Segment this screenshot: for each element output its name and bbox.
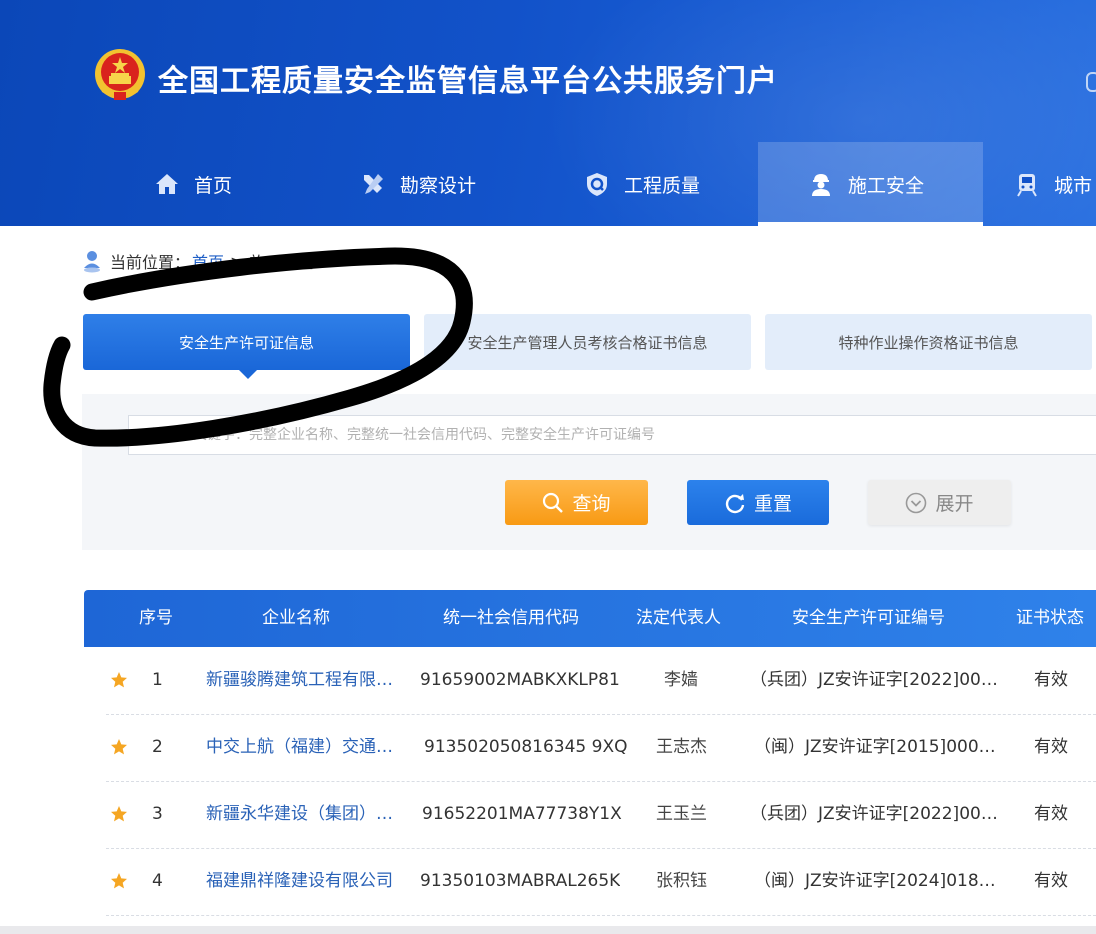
nav-item-construction-safety[interactable]: 施工安全 [758,142,983,226]
license-no: （兵团）JZ安许证字[2022]00… [750,670,998,690]
row-no: 3 [152,804,163,824]
tab-label: 特种作业操作资格证书信息 [838,333,1019,352]
location-person-icon [84,251,100,273]
legal-rep: 张积钰 [656,871,707,891]
query-label: 查询 [572,493,611,515]
table-row[interactable]: 2 中交上航（福建）交通… 913502050816345 9XQ 王志杰 （闽… [106,714,1096,782]
shield-icon [587,173,607,196]
breadcrumb-prefix: 当前位置： [110,253,191,272]
table-row[interactable]: 4 福建鼎祥隆建设有限公司 91350103MABRAL265K 张积钰 （闽）… [106,848,1096,916]
nav-item-quality[interactable]: 工程质量 [584,142,700,226]
worker-icon [812,174,830,196]
site-title: 全国工程质量安全监管信息平台公共服务门户 [158,64,778,99]
column-header-license-no: 安全生产许可证编号 [792,608,945,628]
refresh-icon [725,493,745,513]
star-icon [111,672,127,688]
star-icon [111,739,127,755]
nav-item-city[interactable]: 城市 [1014,142,1092,226]
breadcrumb-current: 施工安全 [249,253,314,272]
nav-label: 城市 [1054,174,1093,197]
column-header-legal-rep: 法定代表人 [636,608,721,628]
legal-rep: 李嫱 [664,670,698,690]
tab-special-operation-certificate[interactable]: 特种作业操作资格证书信息 [765,314,1092,370]
site-header: 全国工程质量安全监管信息平台公共服务门户 首页 勘察设计 工程质量 施工安全 城… [0,0,1096,226]
user-icon[interactable] [1086,72,1096,92]
credit-code: 913502050816345 9XQ [424,737,628,757]
company-name-link[interactable]: 中交上航（福建）交通… [206,714,408,780]
license-no: （兵团）JZ安许证字[2022]00… [750,804,998,824]
row-no: 2 [152,737,163,757]
status-value: 有效 [1034,804,1068,824]
tab-safety-license[interactable]: 安全生产许可证信息 [83,314,410,379]
search-icon [543,492,564,513]
nav-item-survey-design[interactable]: 勘察设计 [360,142,476,226]
nav-label: 首页 [194,174,233,197]
tools-icon [364,174,383,194]
home-icon [156,174,178,194]
table-header: 序号 企业名称 统一社会信用代码 法定代表人 安全生产许可证编号 证书状态 [84,590,1096,647]
status-value: 有效 [1034,670,1068,690]
column-header-no: 序号 [139,608,173,628]
row-no: 4 [152,871,163,891]
train-icon [1017,174,1037,197]
company-name-link[interactable]: 新疆永华建设（集团）… [206,781,408,847]
column-header-company: 企业名称 [262,608,330,628]
company-name-link[interactable]: 福建鼎祥隆建设有限公司 [206,848,408,914]
bottom-scroll-strip [0,926,1096,934]
credit-code: 91659002MABKXKLP81 [420,670,620,690]
credit-code: 91350103MABRAL265K [420,871,621,891]
expand-label: 展开 [935,493,974,515]
tab-label: 安全生产许可证信息 [178,333,314,352]
reset-label: 重置 [753,493,792,515]
star-icon [111,873,127,889]
legal-rep: 王志杰 [656,737,707,757]
breadcrumb: 当前位置： 首页 > 施工安全 [82,248,313,274]
expand-button[interactable]: 展开 [868,480,1011,525]
tab-manager-certificate[interactable]: 安全生产管理人员考核合格证书信息 [424,314,751,370]
breadcrumb-separator: > [230,251,244,271]
main-nav: 首页 勘察设计 工程质量 施工安全 城市 [0,142,1096,226]
nav-label: 勘察设计 [400,174,477,197]
company-name-link[interactable]: 新疆骏腾建筑工程有限… [206,647,408,713]
nav-item-home[interactable]: 首页 [154,142,232,226]
chevron-down-circle-icon [906,492,927,513]
nav-label: 工程质量 [624,174,701,197]
breadcrumb-home-link[interactable]: 首页 [192,249,224,273]
row-no: 1 [152,670,163,690]
legal-rep: 王玉兰 [656,804,707,824]
column-header-credit-code: 统一社会信用代码 [443,608,579,628]
table-row[interactable]: 1 新疆骏腾建筑工程有限… 91659002MABKXKLP81 李嫱 （兵团）… [106,647,1096,715]
status-value: 有效 [1034,871,1068,891]
table-row[interactable]: 3 新疆永华建设（集团）… 91652201MA77738Y1X 王玉兰 （兵团… [106,781,1096,849]
query-button[interactable]: 查询 [505,480,648,525]
star-icon [111,806,127,822]
column-header-status: 证书状态 [1016,608,1084,628]
license-no: （闽）JZ安许证字[2024]018… [754,871,996,891]
credit-code: 91652201MA77738Y1X [422,804,622,824]
search-input[interactable] [128,415,1096,455]
national-emblem-logo[interactable] [94,48,146,102]
tab-label: 安全生产管理人员考核合格证书信息 [467,333,708,352]
license-no: （闽）JZ安许证字[2015]000… [754,737,996,757]
status-value: 有效 [1034,737,1068,757]
reset-button[interactable]: 重置 [687,480,829,525]
nav-label: 施工安全 [848,174,925,197]
